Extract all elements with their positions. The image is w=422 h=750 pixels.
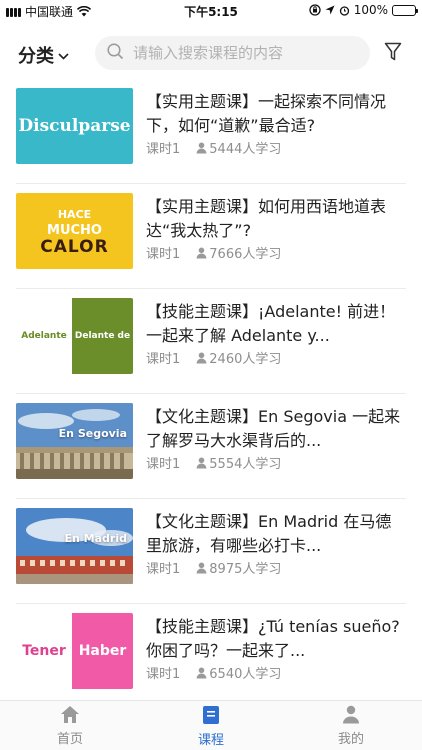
course-title: 【实用主题课】一起探索不同情况下，如何“道歉”最合适? xyxy=(146,92,387,135)
tab-label: 我的 xyxy=(337,732,364,747)
learner-count: 2460人学习 xyxy=(196,348,281,367)
learner-count: 7666人学习 xyxy=(196,243,281,262)
status-right: 100% xyxy=(309,3,418,17)
status-bar: 中国联通 下午5:15 100% xyxy=(0,0,422,22)
course-title: 【实用主题课】如何用西语地道表达“我太热了”? xyxy=(146,197,387,240)
tab-label: 课程 xyxy=(197,733,224,748)
filter-button[interactable] xyxy=(384,42,402,66)
search-icon xyxy=(107,42,124,64)
course-list[interactable]: Disculparse 【实用主题课】一起探索不同情况下，如何“道歉”最合适? … xyxy=(0,80,422,700)
course-title: 【文化主题课】En Segovia 一起来了解罗马大水渠背后的... xyxy=(146,407,401,450)
course-item[interactable]: Disculparse 【实用主题课】一起探索不同情况下，如何“道歉”最合适? … xyxy=(16,80,406,184)
course-item[interactable]: En Madrid 【文化主题课】En Madrid 在马德里旅游，有哪些必打卡… xyxy=(16,500,406,604)
person-icon xyxy=(196,247,207,258)
search-bar[interactable] xyxy=(95,36,370,70)
thumbnail-text: Disculparse xyxy=(18,116,131,136)
learner-count: 5444人学习 xyxy=(196,138,281,157)
course-title: 【文化主题课】En Madrid 在马德里旅游，有哪些必打卡... xyxy=(146,512,392,555)
learner-count: 5554人学习 xyxy=(196,453,281,472)
rotation-lock-icon xyxy=(309,4,321,16)
course-thumbnail: Disculparse xyxy=(16,88,133,164)
course-thumbnail: En Madrid xyxy=(16,508,133,584)
course-thumbnail: Tener Haber xyxy=(16,613,133,689)
thumbnail-text: Adelante xyxy=(21,331,67,341)
thumbnail-text: En Madrid xyxy=(64,532,128,545)
learner-count-text: 5444人学习 xyxy=(209,142,282,157)
learner-count-text: 2460人学习 xyxy=(209,352,282,367)
course-thumbnail: Adelante Delante de xyxy=(16,298,133,374)
learner-count-text: 8975人学习 xyxy=(209,562,282,577)
thumbnail-text: Delante de xyxy=(72,298,133,374)
search-input[interactable] xyxy=(133,44,353,62)
header: 分类 xyxy=(0,30,422,78)
lesson-count: 课时1 xyxy=(146,667,181,682)
person-icon xyxy=(196,667,207,678)
course-meta: 课时1 7666人学习 xyxy=(146,243,281,262)
thumbnail-text: Tener xyxy=(22,643,66,659)
battery-percent: 100% xyxy=(353,3,388,17)
category-selector[interactable]: 分类 xyxy=(18,42,69,68)
tab-label: 首页 xyxy=(56,732,83,747)
person-icon xyxy=(196,457,207,468)
madrid-photo xyxy=(16,508,133,584)
lesson-count: 课时1 xyxy=(146,352,181,367)
lesson-count: 课时1 xyxy=(146,562,181,577)
alarm-icon xyxy=(339,5,349,16)
learner-count-text: 5554人学习 xyxy=(209,457,282,472)
course-meta: 课时1 5444人学习 xyxy=(146,138,281,157)
thumbnail-text: Haber xyxy=(72,613,133,689)
learner-count: 6540人学习 xyxy=(196,663,281,682)
course-item[interactable]: Tener Haber 【技能主题课】¿Tú tenías sueño? 你困了… xyxy=(16,605,406,700)
tab-profile[interactable]: 我的 xyxy=(311,705,391,747)
filter-icon xyxy=(384,42,402,61)
lesson-count: 课时1 xyxy=(146,142,181,157)
chevron-down-icon xyxy=(58,49,69,63)
battery-icon xyxy=(392,4,418,16)
course-meta: 课时1 5554人学习 xyxy=(146,453,281,472)
lesson-count: 课时1 xyxy=(146,247,181,262)
home-icon xyxy=(61,706,79,723)
tab-bar: 首页 课程 我的 xyxy=(0,700,422,750)
course-meta: 课时1 8975人学习 xyxy=(146,558,281,577)
thumbnail-text: HACE xyxy=(57,208,92,221)
person-icon xyxy=(196,352,207,363)
book-icon xyxy=(203,706,219,724)
course-thumbnail: En Segovia xyxy=(16,403,133,479)
course-title: 【技能主题课】¡Adelante! 前进！一起来了解 Adelante y... xyxy=(146,302,396,345)
learner-count-text: 7666人学习 xyxy=(209,247,282,262)
thumbnail-text: En Segovia xyxy=(58,427,127,440)
lesson-count: 课时1 xyxy=(146,457,181,472)
course-thumbnail: HACE MUCHO CALOR xyxy=(16,193,133,269)
course-meta: 课时1 6540人学习 xyxy=(146,663,281,682)
profile-icon xyxy=(343,705,359,724)
course-item[interactable]: En Segovia 【文化主题课】En Segovia 一起来了解罗马大水渠背… xyxy=(16,395,406,499)
learner-count: 8975人学习 xyxy=(196,558,281,577)
learner-count-text: 6540人学习 xyxy=(209,667,282,682)
category-label: 分类 xyxy=(18,46,54,67)
aqueduct-photo xyxy=(16,403,133,479)
tab-home[interactable]: 首页 xyxy=(30,705,110,747)
course-title: 【技能主题课】¿Tú tenías sueño? 你困了吗？一起来了... xyxy=(146,617,400,660)
course-meta: 课时1 2460人学习 xyxy=(146,348,281,367)
person-icon xyxy=(196,142,207,153)
course-item[interactable]: Adelante Delante de 【技能主题课】¡Adelante! 前进… xyxy=(16,290,406,394)
course-item[interactable]: HACE MUCHO CALOR 【实用主题课】如何用西语地道表达“我太热了”?… xyxy=(16,185,406,289)
thumbnail-text: CALOR xyxy=(40,237,109,257)
location-icon xyxy=(325,5,335,15)
tab-courses[interactable]: 课程 xyxy=(171,705,251,748)
person-icon xyxy=(196,562,207,573)
